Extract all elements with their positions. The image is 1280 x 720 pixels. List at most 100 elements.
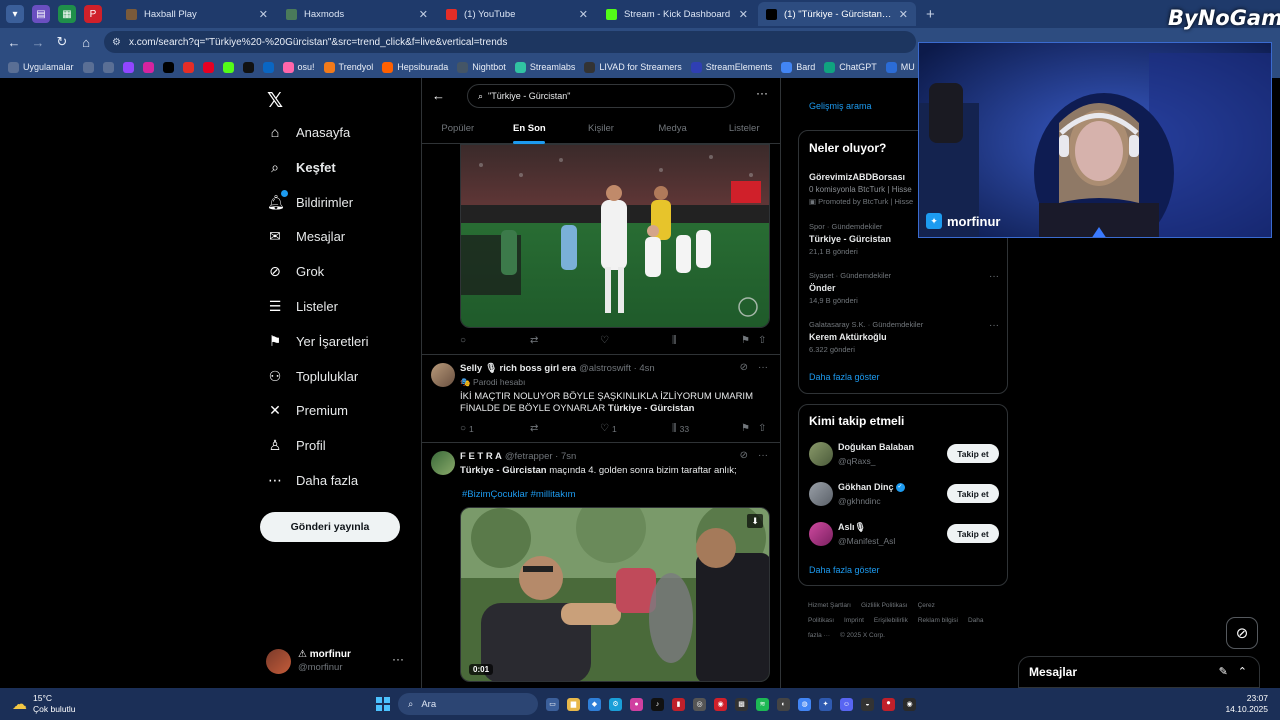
more-dots-icon[interactable]: ··· — [392, 652, 404, 666]
trend-item[interactable]: Siyaset · Gündemdekiler Önder 14,9 B gönde… — [809, 271, 999, 305]
bookmark-item[interactable]: MU — [885, 61, 915, 73]
nav-item-profile[interactable]: ♙ Profil — [267, 437, 326, 454]
sheets-icon[interactable]: ▦ — [58, 5, 76, 23]
store-icon[interactable]: ◆ — [588, 697, 601, 711]
bookmark-item[interactable] — [262, 61, 274, 73]
footer-link[interactable]: Imprint — [844, 617, 864, 624]
bookmark-item[interactable]: StreamElements — [690, 61, 772, 73]
bookmark-item[interactable] — [222, 61, 234, 73]
follow-button[interactable]: Takip et — [947, 524, 999, 543]
obs-icon[interactable]: ◉ — [903, 697, 916, 711]
nav-item-x-premium[interactable]: ✕ Premium — [267, 402, 348, 419]
bookmark-item[interactable]: Trendyol — [323, 61, 373, 73]
nav-item-bookmark[interactable]: ⚑ Yer İşaretleri — [267, 333, 369, 350]
nav-item-communities[interactable]: ⚇ Topluluklar — [267, 368, 358, 385]
more-dots-icon[interactable]: ··· — [758, 450, 768, 461]
browser-tab[interactable]: Haxball Play ✕ — [118, 2, 276, 26]
x-logo-icon[interactable]: 𝕏 — [267, 88, 283, 112]
pinterest-icon[interactable]: P — [84, 5, 102, 23]
bookmark-item[interactable]: LIVAD for Streamers — [584, 61, 682, 73]
forward-arrow-icon[interactable]: → — [28, 32, 48, 52]
tab-list-icon[interactable]: ▾ — [6, 5, 24, 23]
app-icon[interactable]: ⏺ — [882, 697, 895, 711]
bookmark-icon[interactable]: ⚑ — [741, 335, 750, 346]
reply-icon[interactable]: ○ 1 — [460, 423, 474, 434]
bookmark-item[interactable]: Bard — [781, 61, 815, 73]
grok-icon[interactable]: ⊘ — [740, 362, 748, 373]
tweet[interactable]: Selly 🎙 rich boss girl era @alstroswift … — [422, 355, 780, 441]
avatar[interactable] — [809, 442, 833, 466]
footer-link[interactable]: Reklam bilgisi — [918, 617, 958, 624]
avatar[interactable] — [431, 451, 455, 475]
bookmark-item[interactable] — [162, 61, 174, 73]
site-info-icon[interactable]: ⚙ — [112, 37, 121, 48]
nav-item-mail[interactable]: ✉ Mesajlar — [267, 228, 345, 245]
steam-icon[interactable]: ◎ — [693, 697, 706, 711]
avatar[interactable] — [809, 482, 833, 506]
close-icon[interactable]: ✕ — [579, 8, 588, 21]
avatar[interactable] — [809, 522, 833, 546]
settings-icon[interactable]: ⚙ — [609, 697, 622, 711]
pinned-tab-icon[interactable]: ▤ — [32, 5, 50, 23]
bookmark-item[interactable] — [102, 61, 114, 73]
reload-icon[interactable]: ↻ — [52, 32, 72, 52]
app-icon[interactable]: ◉ — [714, 697, 727, 711]
bookmark-item[interactable] — [202, 61, 214, 73]
search-input[interactable]: ⌕ "Türkiye - Gürcistan" — [467, 84, 735, 108]
app-icon[interactable]: ✦ — [819, 697, 832, 711]
nav-item-more-circle[interactable]: ⋯ Daha fazla — [267, 472, 358, 489]
taskbar-search[interactable]: ⌕ Ara — [398, 693, 538, 715]
more-dots-icon[interactable]: ··· — [989, 271, 999, 282]
app-icon[interactable]: ▩ — [735, 697, 748, 711]
tab-search-1[interactable]: En Son — [494, 118, 566, 144]
grok-icon[interactable]: ⊘ — [740, 450, 748, 461]
bookmark-item[interactable]: ChatGPT — [824, 61, 877, 73]
author-name[interactable]: Selly 🎙 rich boss girl era — [460, 363, 576, 374]
bookmark-item[interactable] — [122, 61, 134, 73]
like-icon[interactable]: ♡ 1 — [600, 423, 617, 434]
windows-start-icon[interactable] — [376, 697, 390, 711]
tweet-video[interactable]: ⬇ 0:01 — [460, 507, 770, 682]
home-icon[interactable]: ⌂ — [76, 32, 96, 52]
close-icon[interactable]: ✕ — [739, 8, 748, 21]
tab-search-4[interactable]: Listeler — [708, 118, 780, 144]
author-handle[interactable]: @alstroswift · 4sn — [579, 363, 655, 374]
tweet[interactable]: F E T R A @fetrapper · 7sn ⊘ ··· Türkiye… — [422, 443, 780, 688]
app-icon[interactable]: ▮ — [672, 697, 685, 711]
more-dots-icon[interactable]: ··· — [989, 320, 999, 331]
follow-button[interactable]: Takip et — [947, 484, 999, 503]
chrome-icon[interactable]: ◍ — [798, 697, 811, 711]
nav-item-list[interactable]: ☰ Listeler — [267, 298, 338, 315]
tiktok-icon[interactable]: ♪ — [651, 697, 664, 711]
hashtags[interactable]: #BizimÇocuklar #millitakım — [462, 489, 576, 500]
follow-suggestion[interactable]: Aslı🎙 @Manifest_Asl Takip et — [809, 521, 999, 547]
weather-widget[interactable]: ☁ 15°C Çok bulutlu — [12, 693, 76, 715]
chevron-up-icon[interactable]: ⌃ — [1238, 665, 1247, 678]
repost-icon[interactable]: ⇄ — [530, 335, 541, 346]
reply-icon[interactable]: ○ — [460, 335, 469, 346]
avatar[interactable] — [431, 363, 455, 387]
app-icon[interactable]: ◒ — [861, 697, 874, 711]
close-icon[interactable]: ✕ — [259, 8, 268, 21]
browser-tab[interactable]: (1) YouTube ✕ — [438, 2, 596, 26]
author-name[interactable]: F E T R A — [460, 451, 502, 462]
back-arrow-icon[interactable]: ← — [432, 88, 445, 103]
address-bar[interactable]: ⚙ x.com/search?q="Türkiye%20-%20Gürcista… — [104, 31, 916, 53]
bookmark-item[interactable] — [242, 61, 254, 73]
bookmark-item[interactable] — [142, 61, 154, 73]
spotify-icon[interactable]: ≋ — [756, 697, 769, 711]
advanced-search-link[interactable]: Gelişmiş arama — [809, 101, 872, 111]
bookmark-item[interactable] — [182, 61, 194, 73]
follow-suggestion[interactable]: Doğukan Balaban @qRaxs_ Takip et — [809, 441, 999, 467]
new-message-icon[interactable]: ✎ — [1219, 665, 1228, 678]
like-icon[interactable]: ♡ — [600, 335, 612, 346]
nav-item-grok[interactable]: ⊘ Grok — [267, 263, 324, 280]
post-button[interactable]: Gönderi yayınla — [260, 512, 400, 542]
bookmark-item[interactable] — [82, 61, 94, 73]
file-explorer-icon[interactable]: ▆ — [567, 697, 580, 711]
app-icon[interactable]: ● — [630, 697, 643, 711]
bookmark-icon[interactable]: ⚑ — [741, 423, 750, 434]
nav-item-bell[interactable]: 🔔︎ Bildirimler — [267, 189, 353, 211]
tab-search-0[interactable]: Popüler — [422, 118, 494, 144]
tweet-photo[interactable] — [460, 144, 770, 328]
